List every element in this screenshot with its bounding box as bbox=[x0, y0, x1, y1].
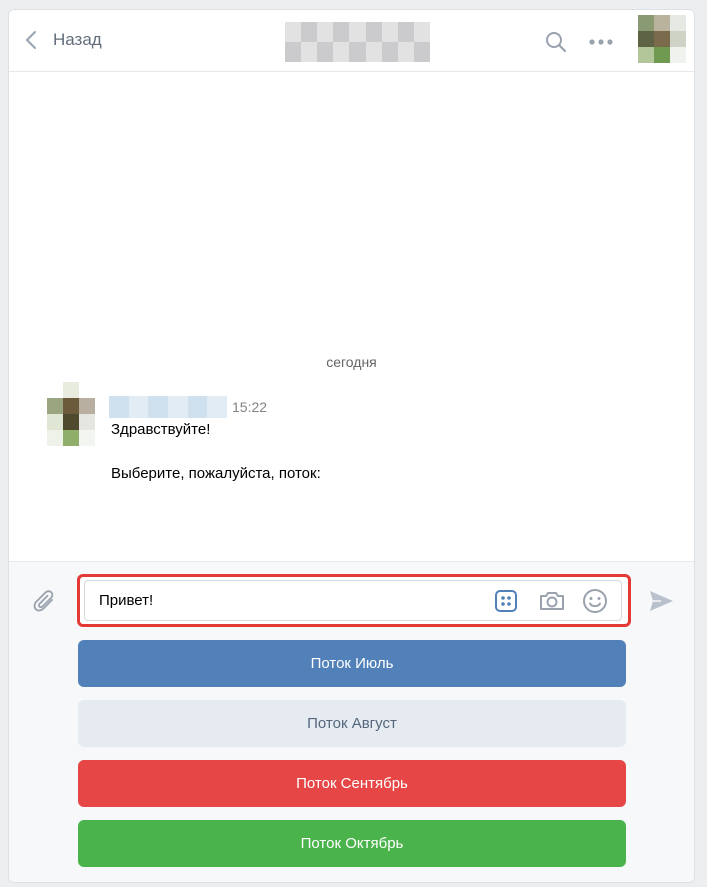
message-input[interactable]: Привет! bbox=[84, 580, 622, 621]
search-icon[interactable] bbox=[544, 30, 568, 54]
keyboard-button-label: Поток Октябрь bbox=[300, 835, 404, 852]
keyboard-button-august[interactable]: Поток Август bbox=[78, 700, 626, 747]
back-button[interactable]: Назад bbox=[23, 28, 102, 52]
message-input-value: Привет! bbox=[99, 592, 154, 609]
keyboard-button-september[interactable]: Поток Сентябрь bbox=[78, 760, 626, 807]
date-separator: сегодня bbox=[326, 354, 377, 370]
message-text-line: Здравствуйте! bbox=[111, 421, 211, 438]
keyboard-icon[interactable] bbox=[494, 589, 518, 613]
message-input-highlight: Привет! bbox=[77, 574, 631, 627]
message-author-redacted[interactable] bbox=[109, 396, 227, 418]
more-icon[interactable] bbox=[588, 30, 614, 54]
chat-header: Назад bbox=[9, 10, 694, 72]
smile-icon[interactable] bbox=[582, 588, 608, 614]
chevron-left-icon bbox=[26, 31, 36, 49]
chat-window: Назад сегодня 15:22 Здравствуйте! Выбери… bbox=[8, 9, 695, 883]
back-label: Назад bbox=[53, 30, 102, 49]
camera-icon[interactable] bbox=[538, 589, 566, 613]
paperclip-icon[interactable] bbox=[32, 589, 58, 615]
keyboard-button-label: Поток Сентябрь bbox=[296, 775, 408, 792]
composer: Привет! Поток Июль Поток Август Поток Се… bbox=[9, 561, 694, 882]
send-icon[interactable] bbox=[647, 588, 675, 614]
chat-title-redacted[interactable] bbox=[285, 22, 430, 62]
message-avatar[interactable] bbox=[47, 382, 95, 446]
keyboard-button-label: Поток Июль bbox=[310, 655, 394, 672]
keyboard-button-july[interactable]: Поток Июль bbox=[78, 640, 626, 687]
message-text-line: Выберите, пожалуйста, поток: bbox=[111, 465, 321, 482]
message-time: 15:22 bbox=[232, 399, 268, 415]
keyboard-button-label: Поток Август bbox=[307, 715, 397, 732]
keyboard-button-october[interactable]: Поток Октябрь bbox=[78, 820, 626, 867]
chat-avatar[interactable] bbox=[638, 15, 686, 63]
